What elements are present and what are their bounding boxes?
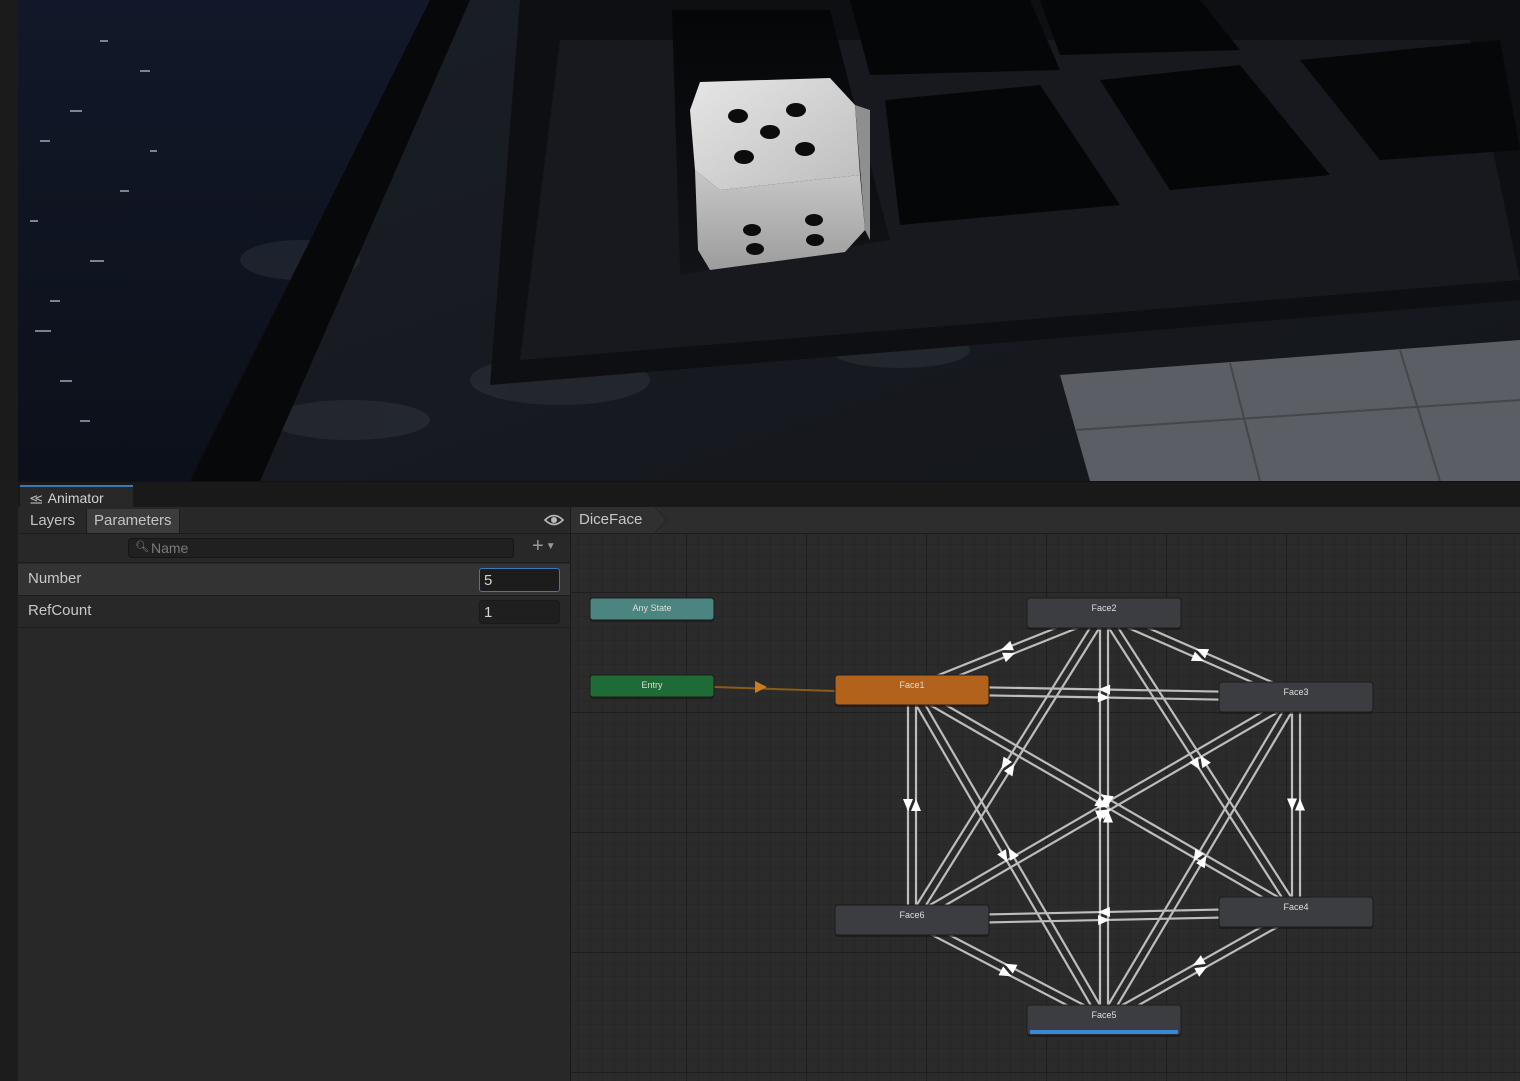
- state-any-state[interactable]: Any State: [589, 597, 715, 622]
- tab-bar: ⪣ Animator: [18, 481, 1520, 508]
- parameter-row-number[interactable]: Number: [18, 564, 570, 596]
- add-parameter-button[interactable]: + ▼: [532, 536, 556, 557]
- layers-parameters-tabs: Layers Parameters: [18, 507, 570, 534]
- state-face5[interactable]: Face5: [1026, 1004, 1182, 1037]
- state-face4[interactable]: Face4: [1218, 896, 1374, 929]
- state-face2[interactable]: Face2: [1026, 597, 1182, 630]
- breadcrumb: DiceFace: [571, 507, 1520, 534]
- state-machine-graph[interactable]: Any State Entry Face1 Face2 Face3 Face4 Face5 F…: [571, 507, 1520, 1081]
- parameter-value-input[interactable]: [479, 568, 560, 592]
- scene-view[interactable]: [0, 0, 1520, 481]
- animator-window: ⪣Animator Layers Parameters 🔍︎ +▼ Number…: [18, 481, 1520, 1081]
- tab-layers[interactable]: Layers: [23, 509, 82, 533]
- state-label: Face2: [1091, 603, 1116, 613]
- state-face3[interactable]: Face3: [1218, 681, 1374, 714]
- chevron-down-icon: ▼: [545, 540, 556, 552]
- state-label: Face5: [1091, 1010, 1116, 1020]
- parameters-panel: Layers Parameters 🔍︎ +▼ Number RefCount: [18, 507, 571, 1081]
- state-machine-graph-area[interactable]: Any State Entry Face1 Face2 Face3 Face4 Face5 F…: [571, 507, 1520, 1081]
- breadcrumb-item-diceface[interactable]: DiceFace: [571, 507, 661, 533]
- left-dock-strip: [0, 481, 19, 1081]
- parameter-name[interactable]: RefCount: [28, 602, 91, 619]
- state-label: Any State: [632, 603, 671, 613]
- eye-icon[interactable]: [544, 513, 564, 527]
- dice: [690, 78, 870, 270]
- state-face6[interactable]: Face6: [834, 904, 990, 937]
- state-label: Face6: [899, 910, 924, 920]
- tab-parameters[interactable]: Parameters: [86, 509, 180, 533]
- state-progress-bar: [1030, 1030, 1178, 1034]
- parameter-row-refcount[interactable]: RefCount: [18, 596, 570, 628]
- pit-2: [850, 0, 1060, 75]
- search-icon: 🔍︎: [135, 541, 149, 553]
- state-face1[interactable]: Face1: [834, 674, 990, 707]
- tab-animator-label: Animator: [47, 490, 104, 506]
- state-label: Face1: [899, 680, 924, 690]
- tab-animator[interactable]: ⪣ Animator: [20, 485, 133, 508]
- state-label: Face4: [1283, 902, 1308, 912]
- parameter-name[interactable]: Number: [28, 570, 81, 587]
- parameter-search-box[interactable]: 🔍︎: [128, 538, 514, 558]
- state-label: Face3: [1283, 687, 1308, 697]
- state-entry[interactable]: Entry: [589, 674, 715, 699]
- parameter-value-input[interactable]: [479, 600, 560, 624]
- search-input[interactable]: [151, 539, 501, 557]
- breadcrumb-chevron-icon: [655, 507, 667, 533]
- parameter-search-row: 🔍︎ +▼: [18, 534, 570, 563]
- scene-left-border: [0, 0, 18, 481]
- state-label: Entry: [641, 680, 663, 690]
